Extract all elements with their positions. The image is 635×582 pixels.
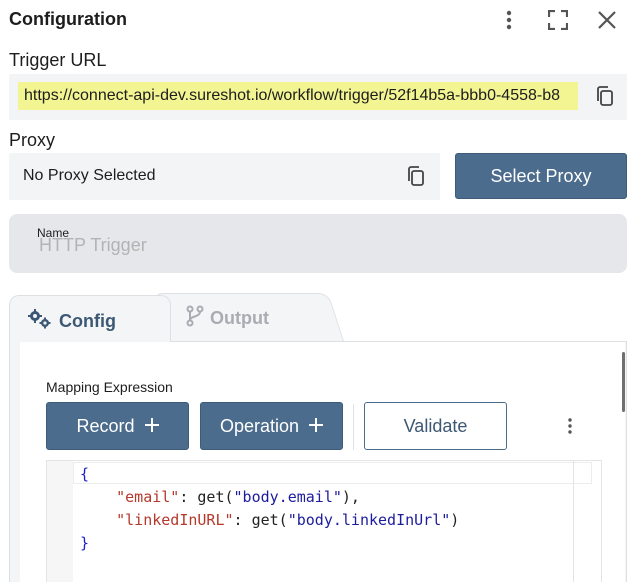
select-proxy-button[interactable]: Select Proxy [455,153,627,199]
code-open-brace: { [80,465,90,483]
code-end: ) [450,511,460,529]
tab-output-label-group[interactable]: Output [186,305,269,332]
mapping-expression-label: Mapping Expression [46,379,173,395]
code-fn: get( [251,511,288,529]
code-end: ), [341,488,360,506]
code-content[interactable]: { "email": get("body.email"), "linkedInU… [80,463,459,555]
mapping-more-icon[interactable] [560,412,580,440]
code-arg-email: "body.email" [233,488,342,506]
plus-icon [309,416,324,437]
editor-gutter [47,461,73,582]
more-options-icon[interactable] [495,6,523,34]
tab-config-label: Config [59,311,116,331]
fullscreen-icon[interactable] [544,6,572,34]
copy-url-icon[interactable] [593,85,617,109]
config-panel: Mapping Expression Record Operation Vali… [9,341,627,582]
record-button[interactable]: Record [46,402,189,450]
copy-proxy-icon[interactable] [404,165,428,189]
panel-header: Configuration [0,0,635,40]
trigger-url-label: Trigger URL [9,50,107,70]
name-field[interactable]: Name HTTP Trigger [9,214,627,273]
plus-icon [144,416,159,437]
editor-print-margin [573,461,574,582]
trigger-url-field: https://connect-api-dev.sureshot.io/work… [9,74,627,120]
code-arg-linkedin: "body.linkedInUrl" [287,511,451,529]
branch-icon [186,305,204,332]
close-icon[interactable] [593,6,621,34]
code-editor[interactable]: { "email": get("body.email"), "linkedInU… [46,460,602,582]
record-button-label: Record [76,415,135,436]
proxy-label: Proxy [9,130,56,150]
validate-button[interactable]: Validate [364,402,507,450]
code-close-brace: } [80,534,90,552]
proxy-value: No Proxy Selected [23,167,156,184]
config-panel-body: Mapping Expression Record Operation Vali… [20,342,625,582]
trigger-url-value[interactable]: https://connect-api-dev.sureshot.io/work… [18,82,578,110]
panel-scrollbar[interactable] [622,352,625,412]
gears-icon [27,308,53,335]
operation-button-label: Operation [219,415,300,436]
operation-button[interactable]: Operation [200,402,343,450]
code-fn: get( [197,488,234,506]
panel-title: Configuration [9,9,127,29]
code-key-email: "email" [116,488,180,506]
code-key-linkedin: "linkedInURL" [116,511,234,529]
proxy-field: No Proxy Selected [9,153,440,200]
tab-config-label-group[interactable]: Config [27,308,116,335]
name-field-placeholder: HTTP Trigger [39,235,147,255]
button-divider [353,404,354,450]
tab-output-label: Output [210,308,269,328]
